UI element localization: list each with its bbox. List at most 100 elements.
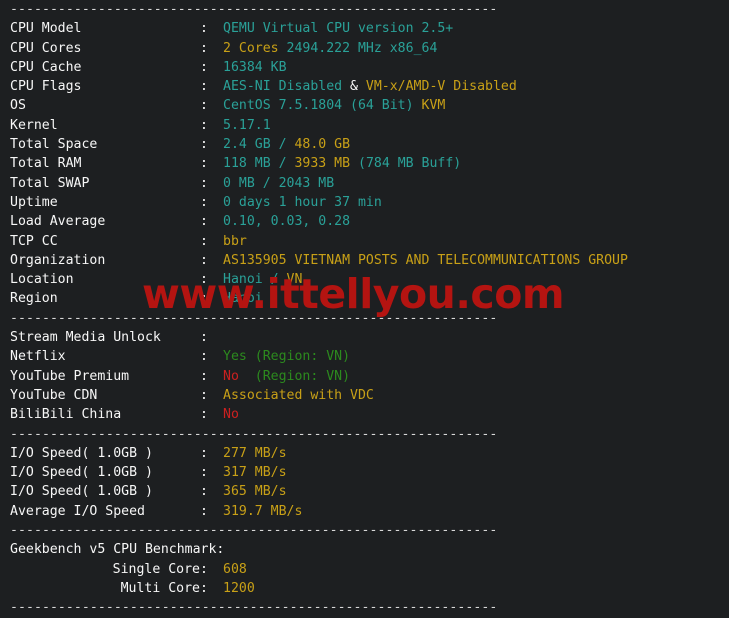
- geekbench-row: Multi Core: 1200: [0, 579, 729, 598]
- row-value: 2494.222 MHz x86_64: [286, 40, 438, 56]
- row-label: Netflix: [10, 349, 66, 365]
- row-value: QEMU Virtual CPU version 2.5+: [223, 21, 454, 37]
- system-info-row: Total RAM:118 MB / 3933 MB (784 MB Buff): [0, 154, 729, 173]
- row-colon: :: [200, 368, 208, 384]
- row-label: Total RAM: [10, 156, 82, 172]
- row-colon: :: [200, 98, 208, 114]
- row-label: YouTube CDN: [10, 387, 98, 403]
- row-value: 365 MB/s: [223, 484, 287, 500]
- row-colon: :: [200, 156, 208, 172]
- row-label: Location: [10, 272, 74, 288]
- row-label: Load Average: [10, 214, 106, 230]
- row-value: AES-NI Disabled: [223, 79, 343, 95]
- stream-media-title-row: Stream Media Unlock:: [0, 328, 729, 347]
- row-value: Yes: [223, 349, 255, 365]
- row-value: No: [223, 407, 239, 423]
- row-value: 277 MB/s: [223, 445, 287, 461]
- row-value: 317 MB/s: [223, 465, 287, 481]
- terminal-output: ----------------------------------------…: [0, 0, 729, 615]
- row-label: CPU Model: [10, 21, 82, 37]
- row-value: &: [342, 79, 366, 95]
- row-label: YouTube Premium: [10, 368, 130, 384]
- stream-media-rows: Netflix: Yes (Region: VN) YouTube Premium:…: [0, 347, 729, 424]
- system-info-row: Organization: AS135905 VIETNAM POSTS AND …: [0, 251, 729, 270]
- io-speed-row: I/O Speed( 1.0GB ):317 MB/s: [0, 463, 729, 482]
- row-value: Hanoi: [223, 291, 263, 307]
- row-label: Multi Core: [120, 580, 200, 596]
- row-value: VM-x/AMD-V Disabled: [365, 79, 517, 95]
- row-label: Kernel: [10, 117, 58, 133]
- row-value: 48.0 GB: [294, 137, 351, 153]
- system-info-row: Region: Hanoi: [0, 289, 729, 308]
- row-colon: :: [200, 59, 208, 75]
- row-value: (Region: VN): [254, 349, 351, 365]
- row-colon: :: [200, 484, 208, 500]
- row-label: Total Space: [10, 137, 98, 153]
- separator-top: ----------------------------------------…: [10, 2, 498, 17]
- row-value: 1200: [223, 580, 255, 596]
- row-label: CPU Cores: [10, 40, 82, 56]
- row-colon: :: [200, 214, 208, 230]
- geekbench-rows: Single Core: 608 Multi Core: 1200: [0, 560, 729, 599]
- row-label: I/O Speed( 1.0GB ): [10, 465, 153, 481]
- row-label: TCP CC: [10, 233, 58, 249]
- row-colon: :: [200, 79, 208, 95]
- stream-media-row: BiliBili China: No: [0, 405, 729, 424]
- row-value: (Region: VN): [246, 368, 351, 384]
- row-value: 2 Cores: [223, 40, 287, 56]
- system-info-row: Location: Hanoi / VN: [0, 270, 729, 289]
- stream-media-title-colon: :: [200, 330, 208, 346]
- system-info-row: OS: CentOS 7.5.1804 (64 Bit) KVM: [0, 96, 729, 115]
- system-info-rows: CPU Model: QEMU Virtual CPU version 2.5+ C…: [0, 19, 729, 308]
- separator-after-io-speed: ----------------------------------------…: [10, 523, 498, 539]
- row-label: Organization: [10, 252, 106, 268]
- row-colon: :: [200, 349, 208, 365]
- row-colon: :: [200, 194, 208, 210]
- stream-media-row: YouTube Premium: No (Region: VN): [0, 367, 729, 386]
- row-label: Total SWAP: [10, 175, 90, 191]
- row-colon: :: [200, 291, 208, 307]
- system-info-row: Uptime:0 days 1 hour 37 min: [0, 193, 729, 212]
- stream-media-row: Netflix: Yes (Region: VN): [0, 347, 729, 366]
- system-info-row: CPU Cache:16384 KB: [0, 58, 729, 77]
- row-colon: :: [200, 40, 208, 56]
- row-colon: :: [200, 561, 208, 577]
- row-colon: :: [200, 137, 208, 153]
- row-colon: :: [200, 387, 208, 403]
- row-value: /: [278, 156, 295, 172]
- row-value: CentOS 7.5.1804 (64 Bit): [223, 98, 422, 114]
- io-speed-row: I/O Speed( 1.0GB ):277 MB/s: [0, 444, 729, 463]
- row-label: Average I/O Speed: [10, 503, 145, 519]
- separator-after-stream-media: ----------------------------------------…: [10, 426, 498, 442]
- row-colon: :: [200, 175, 208, 191]
- geekbench-title: Geekbench v5 CPU Benchmark:: [10, 542, 225, 558]
- row-colon: :: [200, 445, 208, 461]
- geekbench-section: Geekbench v5 CPU Benchmark: Single Core:…: [0, 540, 729, 598]
- stream-media-row: YouTube CDN: Associated with VDC: [0, 386, 729, 405]
- system-info-section: CPU Model: QEMU Virtual CPU version 2.5+ C…: [0, 19, 729, 308]
- row-colon: :: [200, 407, 208, 423]
- row-label: Single Core: [112, 561, 200, 577]
- row-value: Associated with VDC: [223, 387, 374, 403]
- row-value: 0 days 1 hour 37 min: [223, 194, 382, 210]
- row-label: OS: [10, 98, 26, 114]
- row-colon: :: [200, 580, 208, 596]
- row-value: VN: [286, 272, 303, 288]
- system-info-row: CPU Cores:2 Cores 2494.222 MHz x86_64: [0, 39, 729, 58]
- row-label: Uptime: [10, 194, 58, 210]
- row-value: 0.10, 0.03, 0.28: [223, 214, 351, 230]
- stream-media-title-label: Stream Media Unlock: [10, 330, 161, 346]
- system-info-row: CPU Model: QEMU Virtual CPU version 2.5+: [0, 19, 729, 38]
- row-value: 608: [223, 561, 247, 577]
- row-value: (784 MB Buff): [358, 156, 462, 172]
- row-colon: :: [200, 465, 208, 481]
- row-value: /: [270, 272, 287, 288]
- row-value: No: [223, 368, 247, 384]
- stream-media-section: Stream Media Unlock: Netflix: Yes (Region…: [0, 328, 729, 424]
- row-value: 2.4 GB: [223, 137, 279, 153]
- io-speed-row: Average I/O Speed:319.7 MB/s: [0, 502, 729, 521]
- io-speed-section: I/O Speed( 1.0GB ):277 MB/s I/O Speed( 1.…: [0, 444, 729, 521]
- row-value: KVM: [421, 98, 446, 114]
- row-label: Region: [10, 291, 58, 307]
- row-value: 319.7 MB/s: [223, 503, 303, 519]
